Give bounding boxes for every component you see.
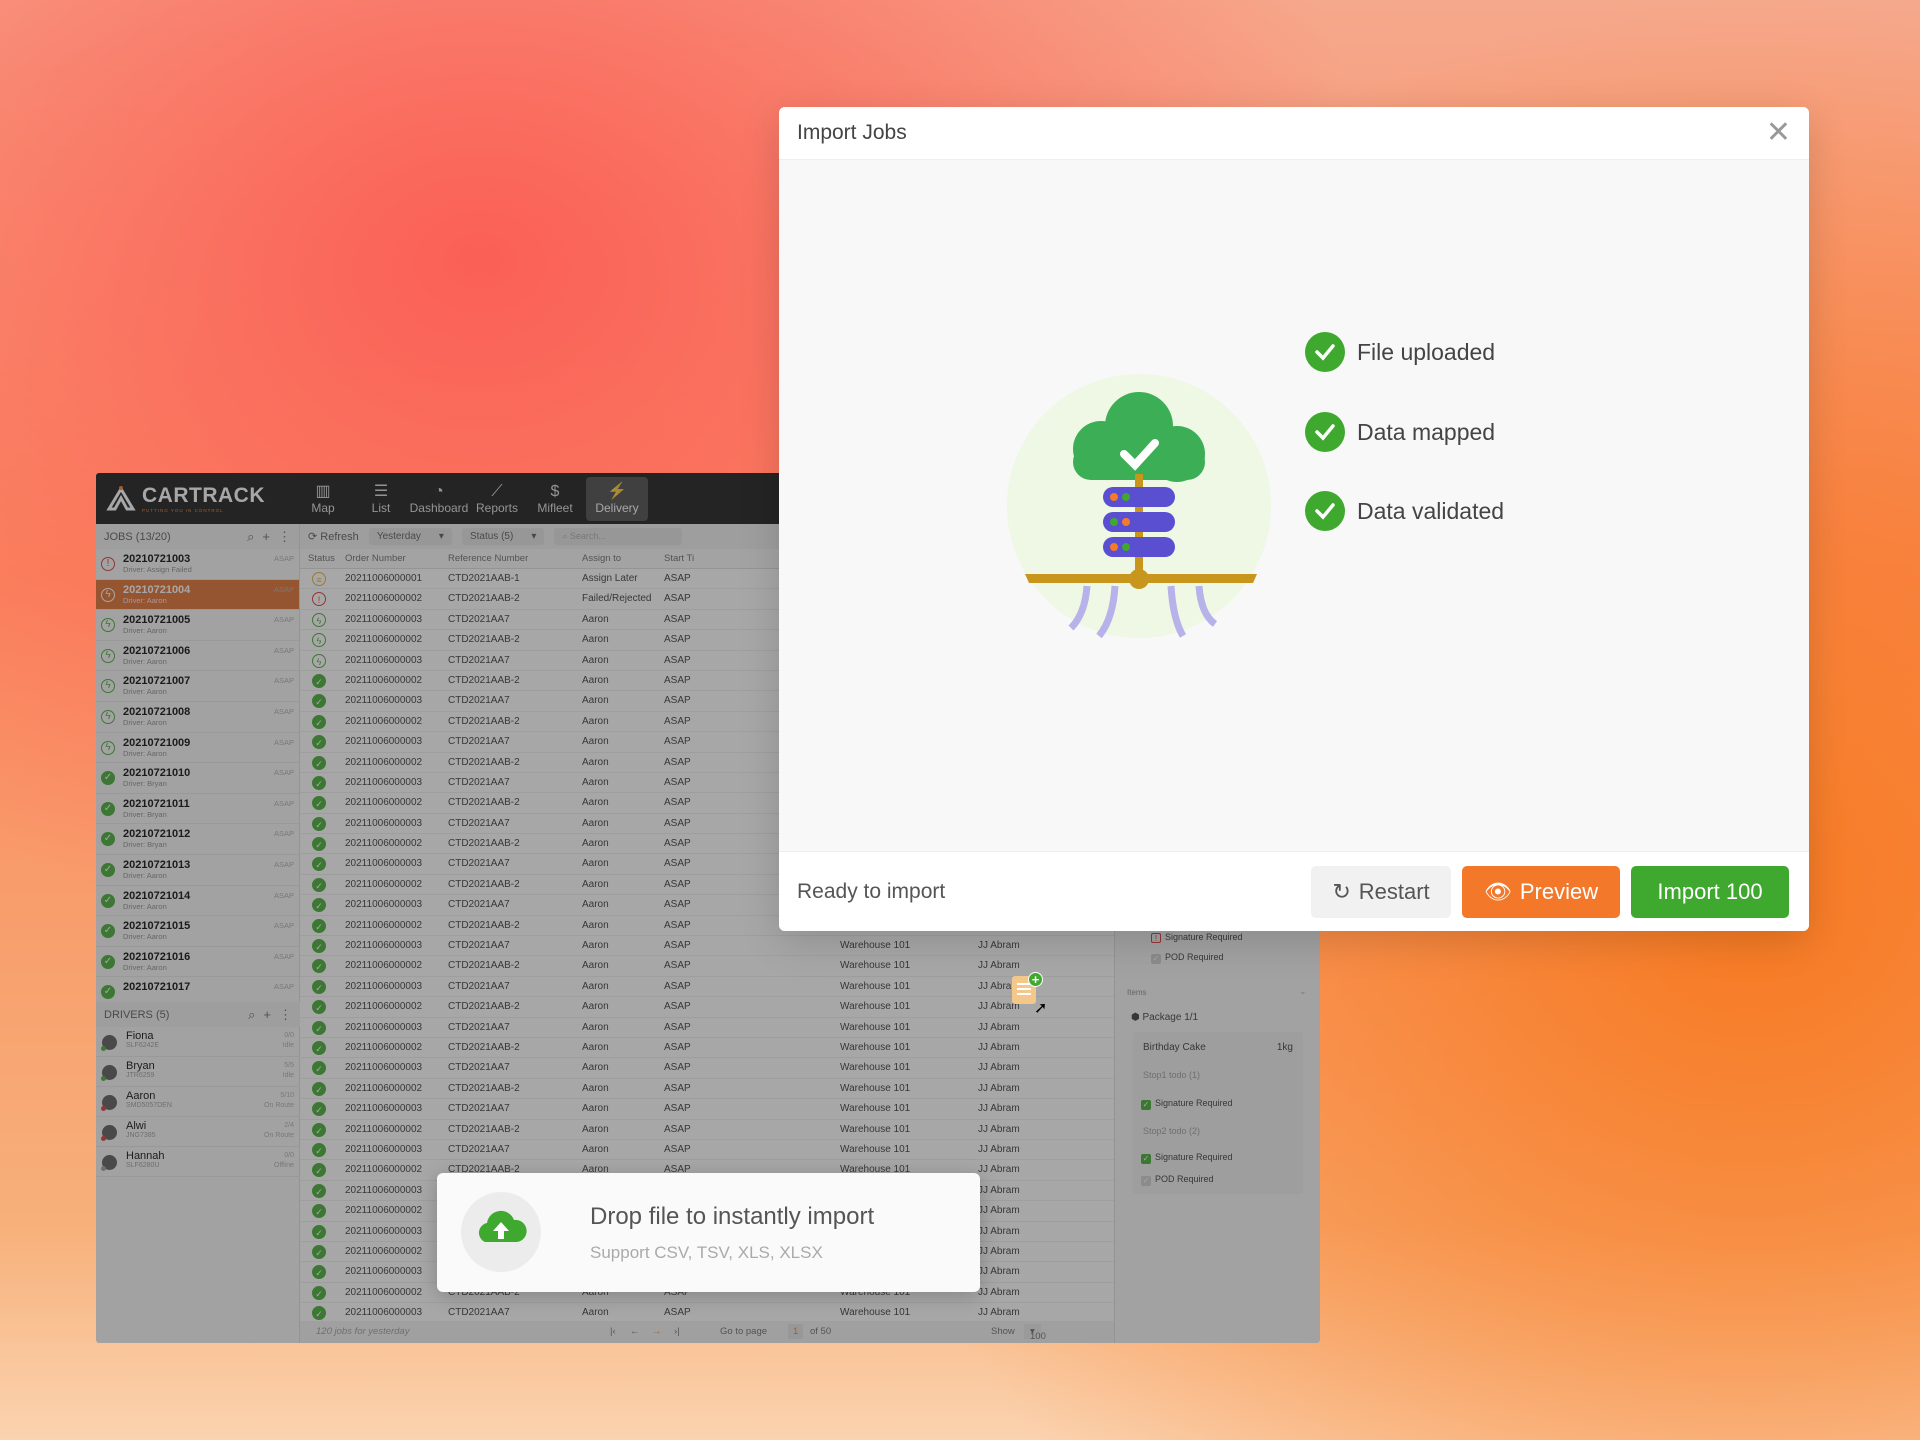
drop-file-toast[interactable]: Drop file to instantly import Support CS… — [437, 1173, 980, 1292]
toast-subtitle: Support CSV, TSV, XLS, XLSX — [590, 1243, 823, 1262]
modal-footer: Ready to import ↻ Restart 👁 Preview Import… — [779, 851, 1809, 931]
restart-label: Restart — [1358, 879, 1430, 904]
check-circle-icon — [1305, 491, 1345, 531]
mouse-cursor-icon: ➚ — [1034, 1000, 1048, 1017]
check-circle-icon — [1305, 332, 1345, 372]
import-step: Data validated — [1305, 491, 1504, 531]
cloud-upload-icon — [478, 1210, 527, 1242]
upload-icon-circle — [461, 1192, 541, 1272]
import-status: Ready to import — [797, 880, 946, 903]
toast-title: Drop file to instantly import — [590, 1203, 875, 1230]
restart-icon: ↻ — [1332, 879, 1351, 904]
modal-header: Import Jobs ✕ — [779, 107, 1809, 160]
eye-icon: 👁 — [1483, 879, 1512, 904]
close-icon[interactable]: ✕ — [1766, 118, 1791, 148]
preview-button[interactable]: 👁 Preview — [1462, 866, 1620, 918]
step-label: Data validated — [1357, 497, 1505, 524]
import-jobs-modal: Import Jobs ✕ File uploaded Data mapped Da… — [779, 107, 1809, 931]
import-button[interactable]: Import 100 — [1631, 866, 1789, 918]
preview-label: Preview — [1519, 879, 1599, 904]
step-label: Data mapped — [1357, 418, 1496, 445]
check-circle-icon — [1305, 412, 1345, 452]
modal-title: Import Jobs — [797, 121, 907, 144]
cloud-server-illustration — [1007, 374, 1271, 638]
import-step: File uploaded — [1305, 332, 1495, 372]
restart-button[interactable]: ↻ Restart — [1311, 866, 1451, 918]
step-label: File uploaded — [1357, 338, 1496, 365]
add-plus-icon: + — [1028, 972, 1043, 987]
import-step: Data mapped — [1305, 412, 1495, 452]
import-label: Import 100 — [1657, 879, 1763, 904]
